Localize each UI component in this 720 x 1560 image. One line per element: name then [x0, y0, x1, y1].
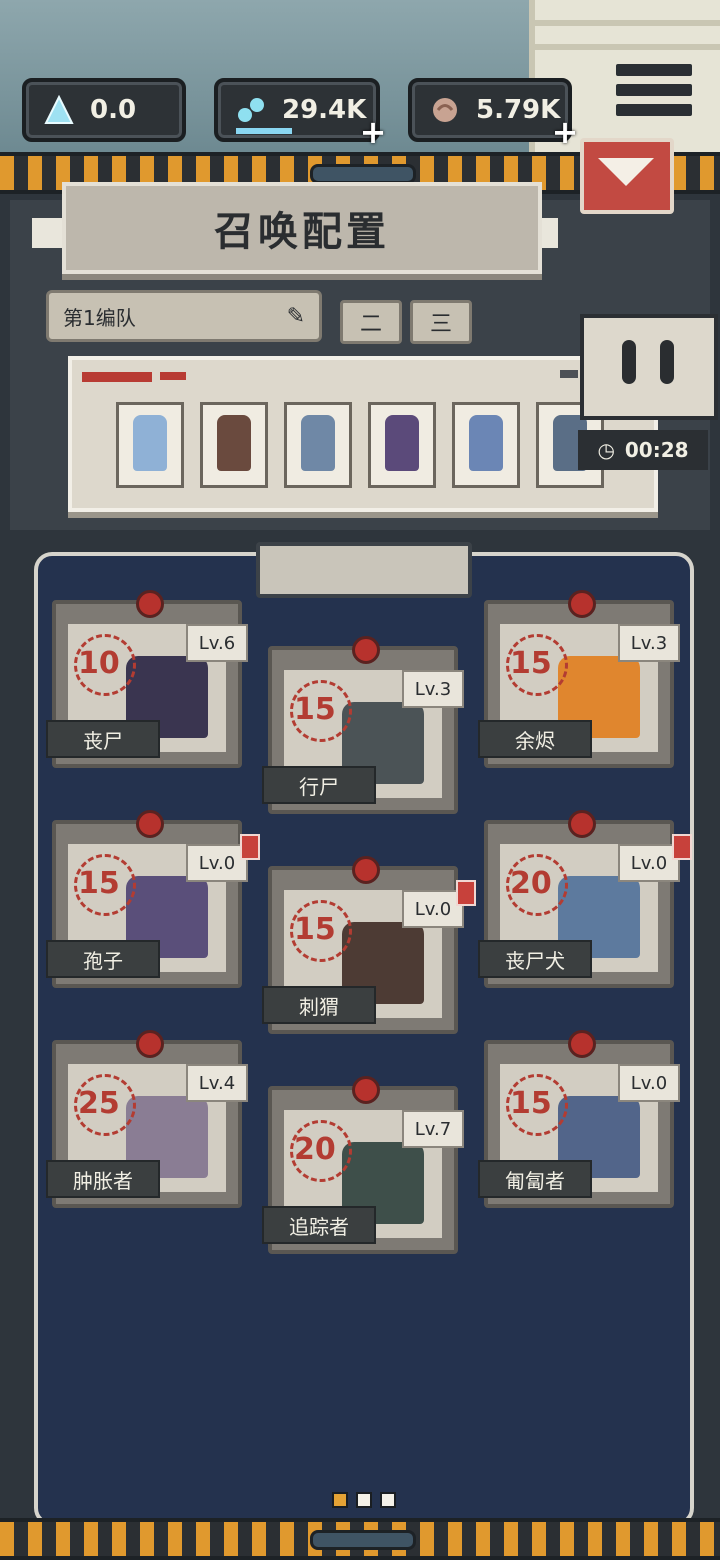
- unit-name: 行尸: [262, 766, 376, 804]
- new-badge: [456, 880, 476, 906]
- edit-icon[interactable]: ✎: [287, 304, 305, 329]
- zombie-sprite-icon: [469, 415, 503, 471]
- collapse-button[interactable]: [580, 138, 674, 214]
- unit-cost: 20: [510, 866, 552, 901]
- roster-slot[interactable]: [116, 402, 184, 488]
- unit-name: 追踪者: [262, 1206, 376, 1244]
- dna-icon: [234, 93, 268, 127]
- brain-currency: 5.79K +: [408, 78, 578, 148]
- chevron-down-icon: [598, 158, 654, 186]
- page-title: 召唤配置: [62, 182, 542, 274]
- board-tab: [256, 542, 472, 598]
- unit-cost: 10: [78, 646, 120, 681]
- unit-level: Lv.7: [402, 1110, 464, 1148]
- party-roster: [68, 356, 658, 512]
- unit-card[interactable]: 10 Lv.6 丧尸: [46, 590, 248, 768]
- unit-level: Lv.0: [618, 844, 680, 882]
- crystal-icon: [42, 93, 76, 127]
- unit-cost: 15: [294, 912, 336, 947]
- clock-icon: ◷: [597, 438, 615, 462]
- unit-card[interactable]: 15 Lv.0 刺猬: [262, 856, 476, 1034]
- crystal-currency: 0.0: [22, 78, 186, 142]
- unit-card[interactable]: 20 Lv.7 追踪者: [262, 1076, 464, 1254]
- plate-bolt-left: [32, 218, 66, 248]
- roster-slot[interactable]: [284, 402, 352, 488]
- unit-cost: 15: [294, 692, 336, 727]
- unit-card[interactable]: 15 Lv.0 孢子: [46, 810, 260, 988]
- page-indicator: [332, 1492, 396, 1508]
- countdown-timer: ◷ 00:28: [578, 430, 708, 470]
- dna-currency: 29.4K +: [214, 78, 386, 148]
- unit-card[interactable]: 25 Lv.4 肿胀者: [46, 1030, 248, 1208]
- unit-name: 丧尸犬: [478, 940, 592, 978]
- unit-level: Lv.3: [402, 670, 464, 708]
- add-brain-button[interactable]: +: [550, 116, 580, 148]
- unit-level: Lv.3: [618, 624, 680, 662]
- brain-icon: [428, 93, 462, 127]
- gem-icon: [352, 1076, 380, 1104]
- joystick-icon: [660, 340, 674, 384]
- unit-level: Lv.4: [186, 1064, 248, 1102]
- gem-icon: [352, 636, 380, 664]
- gem-icon: [568, 1030, 596, 1058]
- team-tab-2[interactable]: 二: [340, 300, 402, 344]
- unit-name: 孢子: [46, 940, 160, 978]
- bottom-hazard-bar: [0, 1518, 720, 1560]
- unit-name: 余烬: [478, 720, 592, 758]
- team-selector[interactable]: 第1编队 ✎: [46, 290, 322, 342]
- unit-cost: 15: [78, 866, 120, 901]
- unit-card[interactable]: 15 Lv.3 行尸: [262, 636, 464, 814]
- unit-name: 丧尸: [46, 720, 160, 758]
- team-name: 第1编队: [63, 305, 136, 330]
- gem-icon: [136, 1030, 164, 1058]
- unit-name: 肿胀者: [46, 1160, 160, 1198]
- new-badge: [672, 834, 692, 860]
- menu-icon[interactable]: [616, 64, 692, 124]
- zombie-sprite-icon: [301, 415, 335, 471]
- unit-cost: 15: [510, 1086, 552, 1121]
- unit-level: Lv.6: [186, 624, 248, 662]
- new-badge: [240, 834, 260, 860]
- unit-card[interactable]: 15 Lv.3 余烬: [478, 590, 680, 768]
- gem-icon: [568, 590, 596, 618]
- add-dna-button[interactable]: +: [358, 116, 388, 148]
- dna-progress-bar: [236, 128, 292, 134]
- roster-slot[interactable]: [452, 402, 520, 488]
- page-dot[interactable]: [332, 1492, 348, 1508]
- brain-amount: 5.79K: [476, 95, 561, 125]
- unit-cost: 15: [510, 646, 552, 681]
- unit-card[interactable]: 20 Lv.0 丧尸犬: [478, 810, 692, 988]
- dna-amount: 29.4K: [282, 95, 367, 125]
- unit-cost: 20: [294, 1132, 336, 1167]
- unit-level: Lv.0: [186, 844, 248, 882]
- zombie-sprite-icon: [133, 415, 167, 471]
- team-tab-3[interactable]: 三: [410, 300, 472, 344]
- zombie-sprite-icon: [217, 415, 251, 471]
- gem-icon: [136, 590, 164, 618]
- joystick-icon: [622, 340, 636, 384]
- unit-name: 刺猬: [262, 986, 376, 1024]
- roster-slot[interactable]: [368, 402, 436, 488]
- controller-panel[interactable]: [580, 314, 718, 420]
- unit-card[interactable]: 15 Lv.0 匍匐者: [478, 1030, 680, 1208]
- timer-value: 00:28: [624, 438, 689, 462]
- page-dot[interactable]: [356, 1492, 372, 1508]
- gem-icon: [136, 810, 164, 838]
- gem-icon: [352, 856, 380, 884]
- zombie-sprite-icon: [385, 415, 419, 471]
- gem-icon: [568, 810, 596, 838]
- unit-level: Lv.0: [618, 1064, 680, 1102]
- unit-level: Lv.0: [402, 890, 464, 928]
- page-dot[interactable]: [380, 1492, 396, 1508]
- unit-name: 匍匐者: [478, 1160, 592, 1198]
- roster-slot[interactable]: [200, 402, 268, 488]
- unit-cost: 25: [78, 1086, 120, 1121]
- crystal-amount: 0.0: [90, 95, 137, 125]
